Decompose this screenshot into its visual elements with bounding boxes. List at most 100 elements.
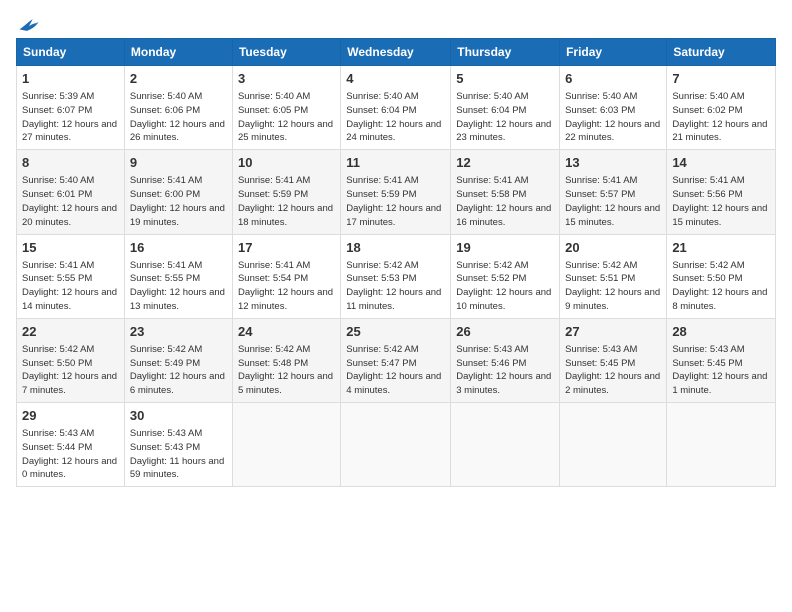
day-info: Sunrise: 5:41 AMSunset: 5:58 PMDaylight:… (456, 174, 554, 229)
calendar-cell: 4 Sunrise: 5:40 AMSunset: 6:04 PMDaylight… (341, 66, 451, 150)
day-number: 16 (130, 239, 227, 257)
day-info: Sunrise: 5:41 AMSunset: 5:55 PMDaylight:… (22, 259, 119, 314)
day-info: Sunrise: 5:40 AMSunset: 6:04 PMDaylight:… (346, 90, 445, 145)
day-info: Sunrise: 5:43 AMSunset: 5:45 PMDaylight:… (672, 343, 770, 398)
day-number: 4 (346, 70, 445, 88)
day-number: 27 (565, 323, 661, 341)
calendar-header-row: SundayMondayTuesdayWednesdayThursdayFrid… (17, 39, 776, 66)
day-number: 3 (238, 70, 335, 88)
day-number: 17 (238, 239, 335, 257)
weekday-header-saturday: Saturday (667, 39, 776, 66)
day-info: Sunrise: 5:43 AMSunset: 5:45 PMDaylight:… (565, 343, 661, 398)
day-number: 21 (672, 239, 770, 257)
day-number: 9 (130, 154, 227, 172)
weekday-header-thursday: Thursday (451, 39, 560, 66)
day-number: 26 (456, 323, 554, 341)
day-number: 19 (456, 239, 554, 257)
day-info: Sunrise: 5:42 AMSunset: 5:49 PMDaylight:… (130, 343, 227, 398)
calendar-cell: 22 Sunrise: 5:42 AMSunset: 5:50 PMDayligh… (17, 318, 125, 402)
calendar-cell: 17 Sunrise: 5:41 AMSunset: 5:54 PMDayligh… (232, 234, 340, 318)
calendar-cell: 9 Sunrise: 5:41 AMSunset: 6:00 PMDaylight… (124, 150, 232, 234)
calendar-cell: 29 Sunrise: 5:43 AMSunset: 5:44 PMDayligh… (17, 403, 125, 487)
day-info: Sunrise: 5:43 AMSunset: 5:43 PMDaylight:… (130, 427, 227, 482)
calendar-week-row: 29 Sunrise: 5:43 AMSunset: 5:44 PMDayligh… (17, 403, 776, 487)
day-number: 25 (346, 323, 445, 341)
day-info: Sunrise: 5:42 AMSunset: 5:53 PMDaylight:… (346, 259, 445, 314)
day-info: Sunrise: 5:41 AMSunset: 5:59 PMDaylight:… (346, 174, 445, 229)
day-number: 28 (672, 323, 770, 341)
weekday-header-friday: Friday (560, 39, 667, 66)
calendar-cell: 13 Sunrise: 5:41 AMSunset: 5:57 PMDayligh… (560, 150, 667, 234)
day-info: Sunrise: 5:39 AMSunset: 6:07 PMDaylight:… (22, 90, 119, 145)
weekday-header-tuesday: Tuesday (232, 39, 340, 66)
day-number: 29 (22, 407, 119, 425)
day-number: 24 (238, 323, 335, 341)
calendar-cell: 5 Sunrise: 5:40 AMSunset: 6:04 PMDaylight… (451, 66, 560, 150)
day-number: 10 (238, 154, 335, 172)
day-info: Sunrise: 5:40 AMSunset: 6:01 PMDaylight:… (22, 174, 119, 229)
calendar-cell: 18 Sunrise: 5:42 AMSunset: 5:53 PMDayligh… (341, 234, 451, 318)
logo-container (16, 16, 40, 34)
calendar-cell: 7Sunrise: 5:40 AMSunset: 6:02 PMDaylight… (667, 66, 776, 150)
calendar-cell: 10 Sunrise: 5:41 AMSunset: 5:59 PMDayligh… (232, 150, 340, 234)
day-number: 30 (130, 407, 227, 425)
calendar-week-row: 15 Sunrise: 5:41 AMSunset: 5:55 PMDayligh… (17, 234, 776, 318)
calendar-cell: 2Sunrise: 5:40 AMSunset: 6:06 PMDaylight… (124, 66, 232, 150)
calendar-cell: 23 Sunrise: 5:42 AMSunset: 5:49 PMDayligh… (124, 318, 232, 402)
day-number: 14 (672, 154, 770, 172)
calendar-cell (451, 403, 560, 487)
day-info: Sunrise: 5:41 AMSunset: 5:57 PMDaylight:… (565, 174, 661, 229)
day-info: Sunrise: 5:41 AMSunset: 5:59 PMDaylight:… (238, 174, 335, 229)
day-info: Sunrise: 5:41 AMSunset: 5:55 PMDaylight:… (130, 259, 227, 314)
calendar-cell: 16 Sunrise: 5:41 AMSunset: 5:55 PMDayligh… (124, 234, 232, 318)
calendar-cell (560, 403, 667, 487)
calendar-cell: 15 Sunrise: 5:41 AMSunset: 5:55 PMDayligh… (17, 234, 125, 318)
day-info: Sunrise: 5:40 AMSunset: 6:04 PMDaylight:… (456, 90, 554, 145)
day-info: Sunrise: 5:40 AMSunset: 6:06 PMDaylight:… (130, 90, 227, 145)
calendar-cell: 26Sunrise: 5:43 AMSunset: 5:46 PMDayligh… (451, 318, 560, 402)
day-number: 1 (22, 70, 119, 88)
calendar-cell: 8 Sunrise: 5:40 AMSunset: 6:01 PMDaylight… (17, 150, 125, 234)
day-number: 11 (346, 154, 445, 172)
day-number: 5 (456, 70, 554, 88)
calendar-cell: 12 Sunrise: 5:41 AMSunset: 5:58 PMDayligh… (451, 150, 560, 234)
calendar-cell (232, 403, 340, 487)
calendar-cell: 3 Sunrise: 5:40 AMSunset: 6:05 PMDaylight… (232, 66, 340, 150)
day-info: Sunrise: 5:43 AMSunset: 5:44 PMDaylight:… (22, 427, 119, 482)
day-number: 13 (565, 154, 661, 172)
day-number: 8 (22, 154, 119, 172)
day-number: 12 (456, 154, 554, 172)
day-number: 7 (672, 70, 770, 88)
day-info: Sunrise: 5:42 AMSunset: 5:48 PMDaylight:… (238, 343, 335, 398)
calendar-cell: 21 Sunrise: 5:42 AMSunset: 5:50 PMDayligh… (667, 234, 776, 318)
day-info: Sunrise: 5:41 AMSunset: 5:54 PMDaylight:… (238, 259, 335, 314)
calendar-cell: 27 Sunrise: 5:43 AMSunset: 5:45 PMDayligh… (560, 318, 667, 402)
day-info: Sunrise: 5:42 AMSunset: 5:52 PMDaylight:… (456, 259, 554, 314)
day-number: 22 (22, 323, 119, 341)
day-number: 18 (346, 239, 445, 257)
calendar-cell: 30 Sunrise: 5:43 AMSunset: 5:43 PMDayligh… (124, 403, 232, 487)
weekday-header-wednesday: Wednesday (341, 39, 451, 66)
day-info: Sunrise: 5:41 AMSunset: 6:00 PMDaylight:… (130, 174, 227, 229)
day-number: 20 (565, 239, 661, 257)
calendar-cell: 14Sunrise: 5:41 AMSunset: 5:56 PMDayligh… (667, 150, 776, 234)
day-info: Sunrise: 5:40 AMSunset: 6:05 PMDaylight:… (238, 90, 335, 145)
day-number: 23 (130, 323, 227, 341)
calendar-cell: 6Sunrise: 5:40 AMSunset: 6:03 PMDaylight… (560, 66, 667, 150)
calendar-cell: 25 Sunrise: 5:42 AMSunset: 5:47 PMDayligh… (341, 318, 451, 402)
calendar-cell (667, 403, 776, 487)
calendar-week-row: 1 Sunrise: 5:39 AMSunset: 6:07 PMDaylight… (17, 66, 776, 150)
calendar-week-row: 22 Sunrise: 5:42 AMSunset: 5:50 PMDayligh… (17, 318, 776, 402)
calendar-table: SundayMondayTuesdayWednesdayThursdayFrid… (16, 38, 776, 487)
day-info: Sunrise: 5:42 AMSunset: 5:47 PMDaylight:… (346, 343, 445, 398)
calendar-cell: 19 Sunrise: 5:42 AMSunset: 5:52 PMDayligh… (451, 234, 560, 318)
logo-bird-icon (18, 16, 40, 34)
day-info: Sunrise: 5:42 AMSunset: 5:50 PMDaylight:… (22, 343, 119, 398)
weekday-header-sunday: Sunday (17, 39, 125, 66)
day-info: Sunrise: 5:40 AMSunset: 6:03 PMDaylight:… (565, 90, 661, 145)
calendar-cell: 20 Sunrise: 5:42 AMSunset: 5:51 PMDayligh… (560, 234, 667, 318)
day-info: Sunrise: 5:42 AMSunset: 5:51 PMDaylight:… (565, 259, 661, 314)
day-info: Sunrise: 5:42 AMSunset: 5:50 PMDaylight:… (672, 259, 770, 314)
calendar-cell: 28 Sunrise: 5:43 AMSunset: 5:45 PMDayligh… (667, 318, 776, 402)
day-number: 15 (22, 239, 119, 257)
